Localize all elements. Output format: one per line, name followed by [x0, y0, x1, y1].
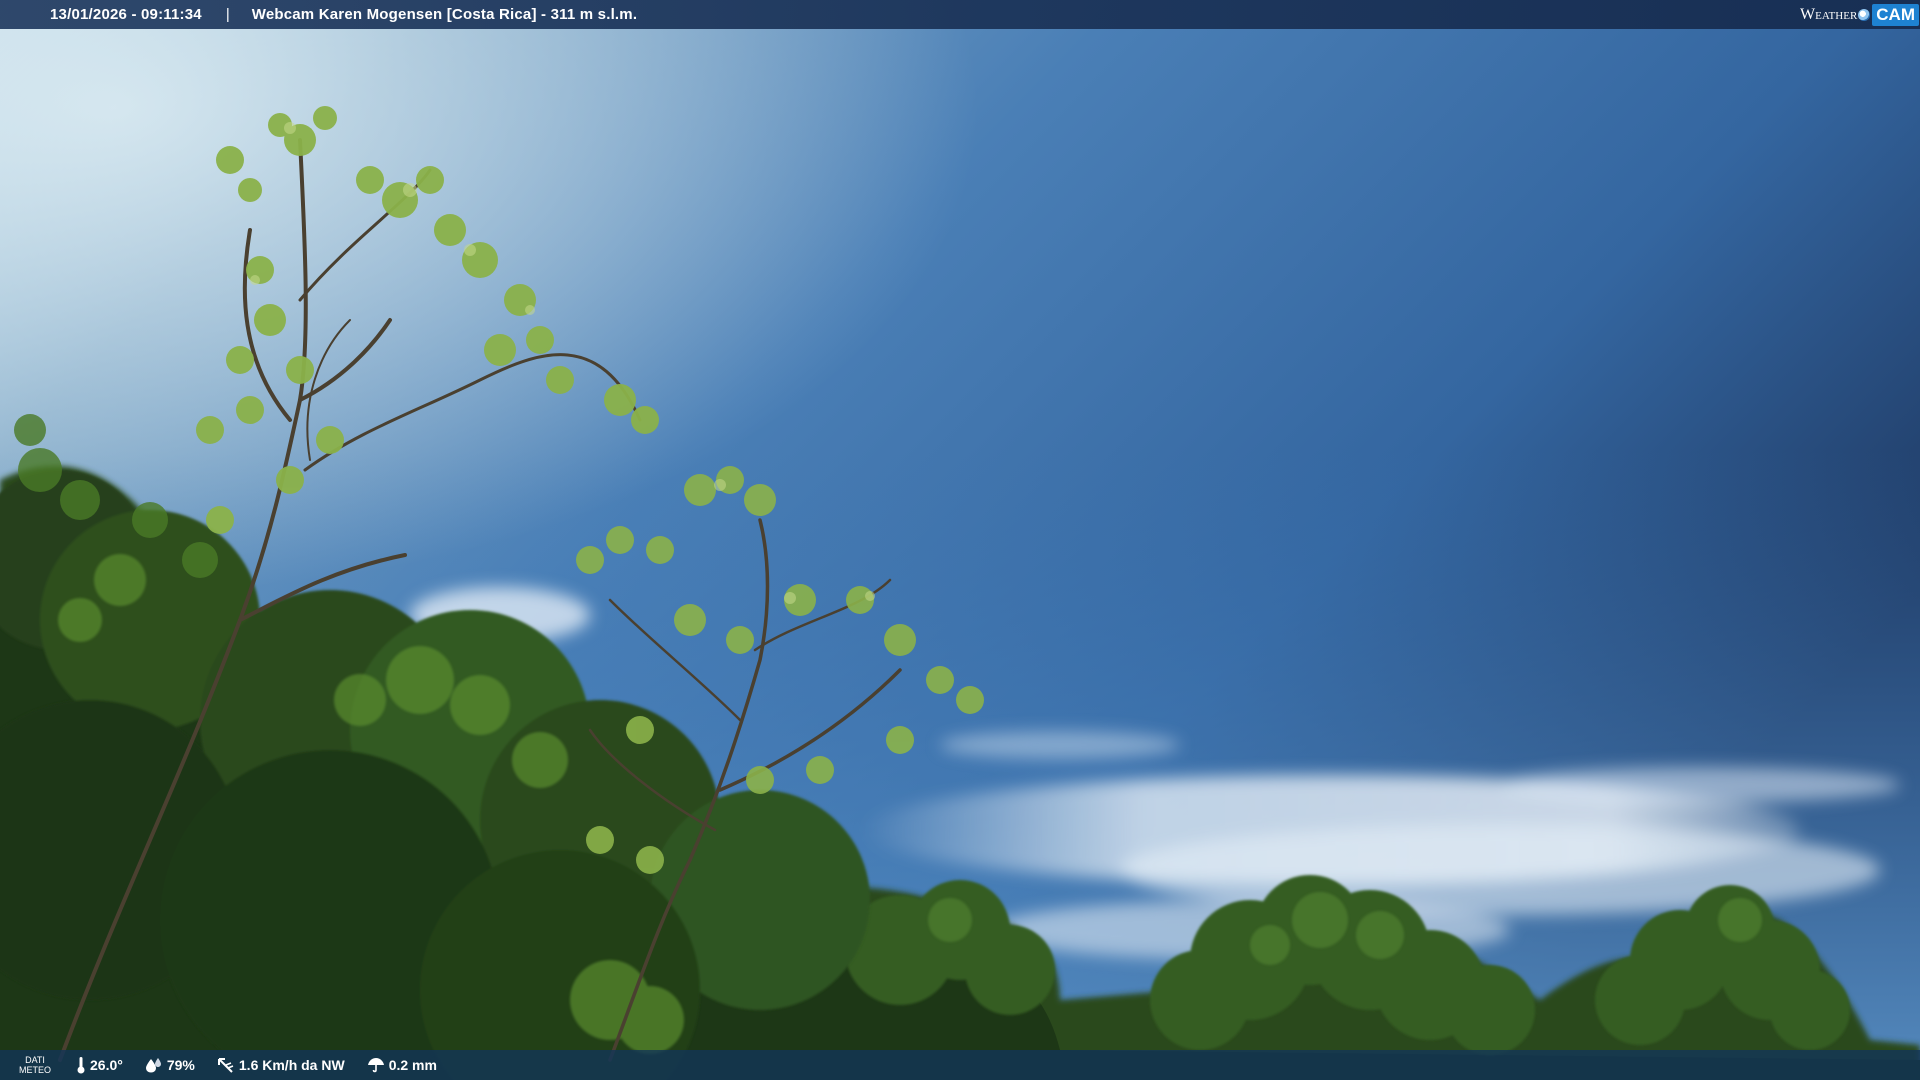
caption-bar: 13/01/2026 - 09:11:34 | Webcam Karen Mog… — [0, 0, 1920, 29]
humidity-readout: 79% — [145, 1057, 195, 1073]
temperature-value: 26.0° — [90, 1057, 123, 1073]
weather-data-label: DATI METEO — [18, 1055, 52, 1075]
wind-readout: 1.6 Km/h da NW — [217, 1056, 345, 1074]
humidity-drops-icon — [145, 1058, 161, 1073]
weathercam-logo: Weather CAM — [1800, 2, 1919, 27]
rain-umbrella-icon — [367, 1058, 384, 1073]
weather-data-bar: DATI METEO 26.0° 79% 1.6 Km/h da NW 0.2 … — [0, 1050, 1920, 1080]
rain-readout: 0.2 mm — [367, 1057, 437, 1073]
logo-word-weather: Weather — [1800, 5, 1858, 23]
weather-label-line2: METEO — [18, 1065, 51, 1075]
camera-lens-icon — [1858, 8, 1871, 21]
weather-label-line1: DATI — [25, 1055, 45, 1065]
webcam-scene — [0, 0, 1920, 1080]
logo-word-cam: CAM — [1872, 3, 1919, 26]
webcam-location: Webcam Karen Mogensen [Costa Rica] - 311… — [251, 6, 638, 23]
wind-arrow-icon — [217, 1058, 234, 1073]
temperature-readout: 26.0° — [76, 1056, 123, 1074]
rain-value: 0.2 mm — [388, 1057, 437, 1073]
timestamp: 13/01/2026 - 09:11:34 — [50, 6, 202, 23]
wind-value: 1.6 Km/h da NW — [238, 1057, 345, 1073]
humidity-value: 79% — [166, 1057, 195, 1073]
caption-separator: | — [225, 6, 230, 23]
thermometer-icon — [77, 1057, 85, 1074]
